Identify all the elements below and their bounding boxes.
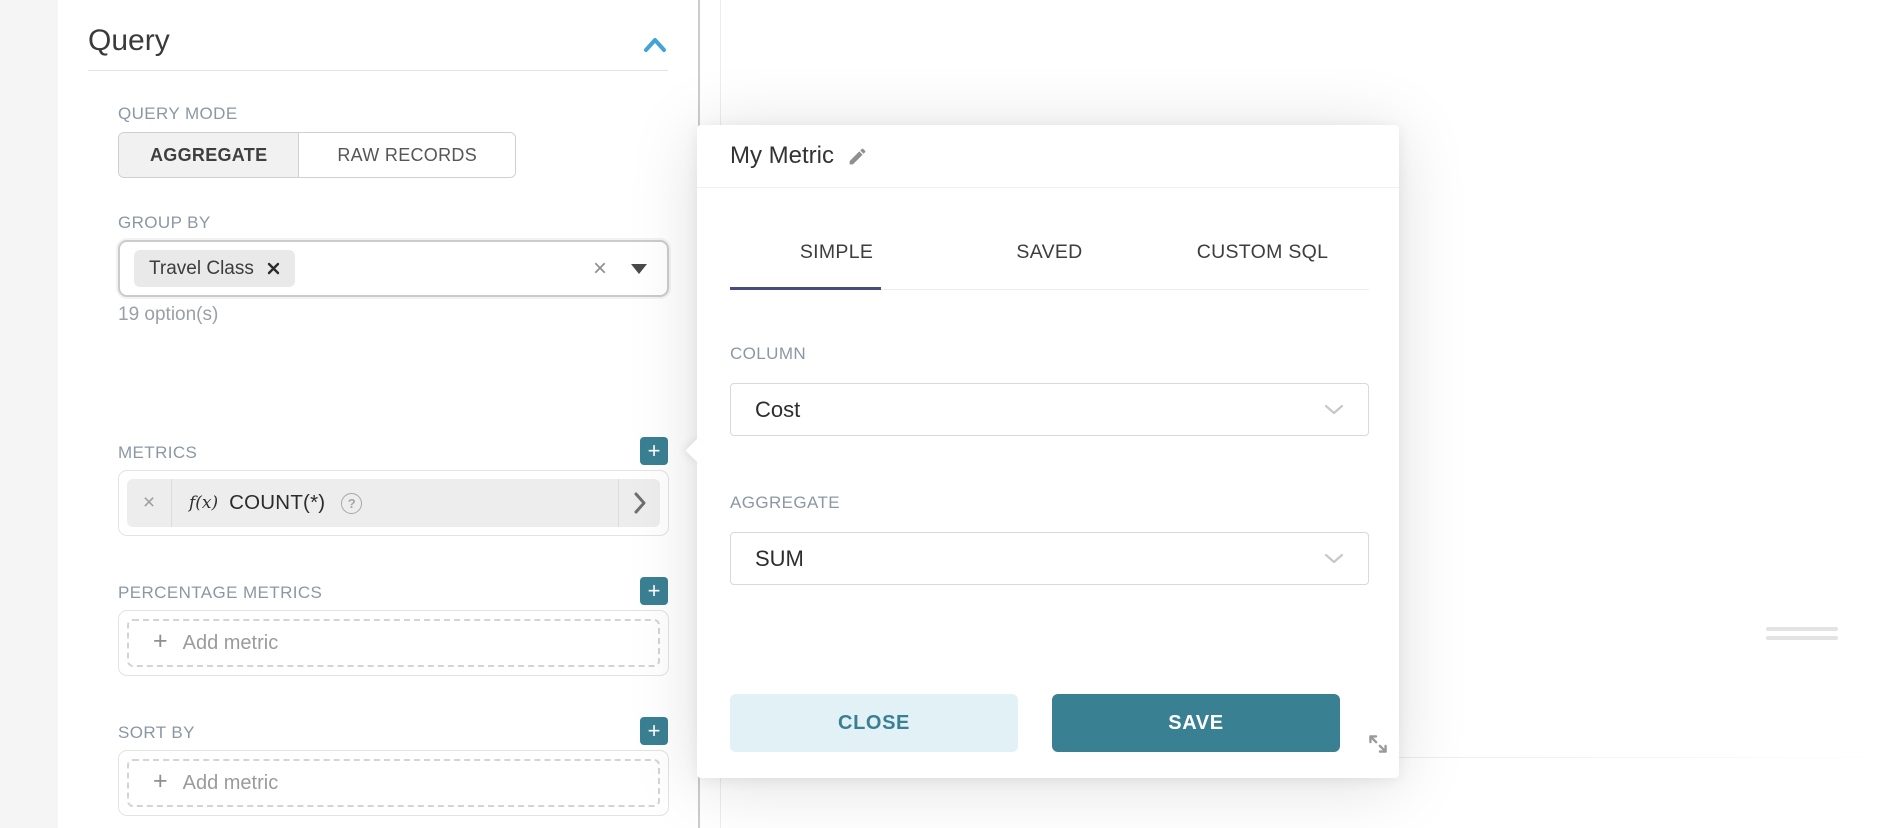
save-button[interactable]: SAVE — [1052, 694, 1340, 752]
plus-icon: + — [153, 767, 168, 796]
add-sort-by-button[interactable]: + — [640, 717, 668, 745]
chip-label: Travel Class — [149, 258, 254, 280]
tab-label: CUSTOM SQL — [1197, 241, 1329, 264]
add-metric-button[interactable]: + — [640, 437, 668, 465]
popover-header: My Metric — [730, 125, 1369, 187]
close-button[interactable]: CLOSE — [730, 694, 1018, 752]
tab-label: SIMPLE — [800, 241, 873, 264]
group-by-chip[interactable]: Travel Class — [134, 250, 295, 287]
clear-select-icon[interactable]: × — [593, 257, 607, 281]
percentage-metrics-container: + Add metric — [118, 610, 669, 676]
add-percentage-metric-button[interactable]: + — [640, 577, 668, 605]
group-by-select[interactable]: Travel Class × — [118, 240, 669, 297]
query-mode-toggle: AGGREGATE RAW RECORDS — [118, 132, 516, 178]
column-value: Cost — [755, 397, 800, 423]
remove-metric-icon[interactable]: × — [127, 479, 172, 527]
add-percentage-metric-dropzone[interactable]: + Add metric — [127, 619, 660, 667]
percentage-metrics-label: PERCENTAGE METRICS — [118, 583, 322, 603]
metric-tabs: SIMPLE SAVED CUSTOM SQL — [730, 188, 1369, 290]
group-by-label: GROUP BY — [118, 213, 211, 233]
sort-by-container: + Add metric — [118, 750, 669, 816]
metric-pill-body[interactable]: f(x) COUNT(*) ? — [172, 491, 618, 515]
metrics-label: METRICS — [118, 443, 197, 463]
group-by-options-count: 19 option(s) — [118, 304, 218, 326]
chevron-down-icon — [1324, 404, 1344, 415]
add-sort-by-dropzone[interactable]: + Add metric — [127, 759, 660, 807]
tab-simple[interactable]: SIMPLE — [730, 188, 943, 289]
plus-icon: + — [153, 627, 168, 656]
resize-expand-icon[interactable] — [1365, 731, 1391, 757]
chevron-down-icon — [1324, 553, 1344, 564]
chevron-right-icon[interactable] — [618, 479, 660, 527]
metric-edit-popover: My Metric SIMPLE SAVED CUSTOM SQL COLUMN… — [697, 125, 1399, 778]
query-mode-label: QUERY MODE — [118, 104, 238, 124]
resize-handle[interactable] — [1766, 627, 1838, 631]
chart-builder-screen: Query QUERY MODE AGGREGATE RAW RECORDS G… — [0, 0, 1902, 828]
sort-by-label: SORT BY — [118, 723, 195, 743]
metric-pill[interactable]: × f(x) COUNT(*) ? — [127, 479, 660, 527]
add-metric-placeholder: Add metric — [183, 632, 279, 655]
aggregate-value: SUM — [755, 546, 804, 572]
help-icon: ? — [341, 493, 362, 514]
column-select[interactable]: Cost — [730, 383, 1369, 436]
add-metric-placeholder: Add metric — [183, 772, 279, 795]
edit-name-pencil-icon[interactable] — [847, 146, 868, 167]
column-label: COLUMN — [730, 344, 806, 364]
metrics-container: × f(x) COUNT(*) ? — [118, 470, 669, 536]
aggregate-select[interactable]: SUM — [730, 532, 1369, 585]
metric-label: COUNT(*) — [229, 491, 325, 515]
query-section-title: Query — [88, 24, 170, 58]
tab-label: SAVED — [1016, 241, 1082, 264]
popover-title: My Metric — [730, 142, 834, 170]
aggregate-label: AGGREGATE — [730, 493, 840, 513]
caret-down-icon[interactable] — [631, 264, 647, 274]
tab-saved[interactable]: SAVED — [943, 188, 1156, 289]
query-mode-raw-records-button[interactable]: RAW RECORDS — [299, 133, 515, 177]
query-mode-aggregate-button[interactable]: AGGREGATE — [119, 133, 299, 177]
section-divider — [88, 70, 668, 71]
left-gutter — [0, 0, 58, 828]
chip-remove-icon[interactable] — [267, 262, 280, 275]
popover-arrow — [685, 438, 709, 462]
function-icon: f(x) — [189, 493, 218, 513]
tab-custom-sql[interactable]: CUSTOM SQL — [1156, 188, 1369, 289]
resize-handle[interactable] — [1766, 636, 1838, 640]
collapse-section-icon[interactable] — [641, 34, 669, 58]
